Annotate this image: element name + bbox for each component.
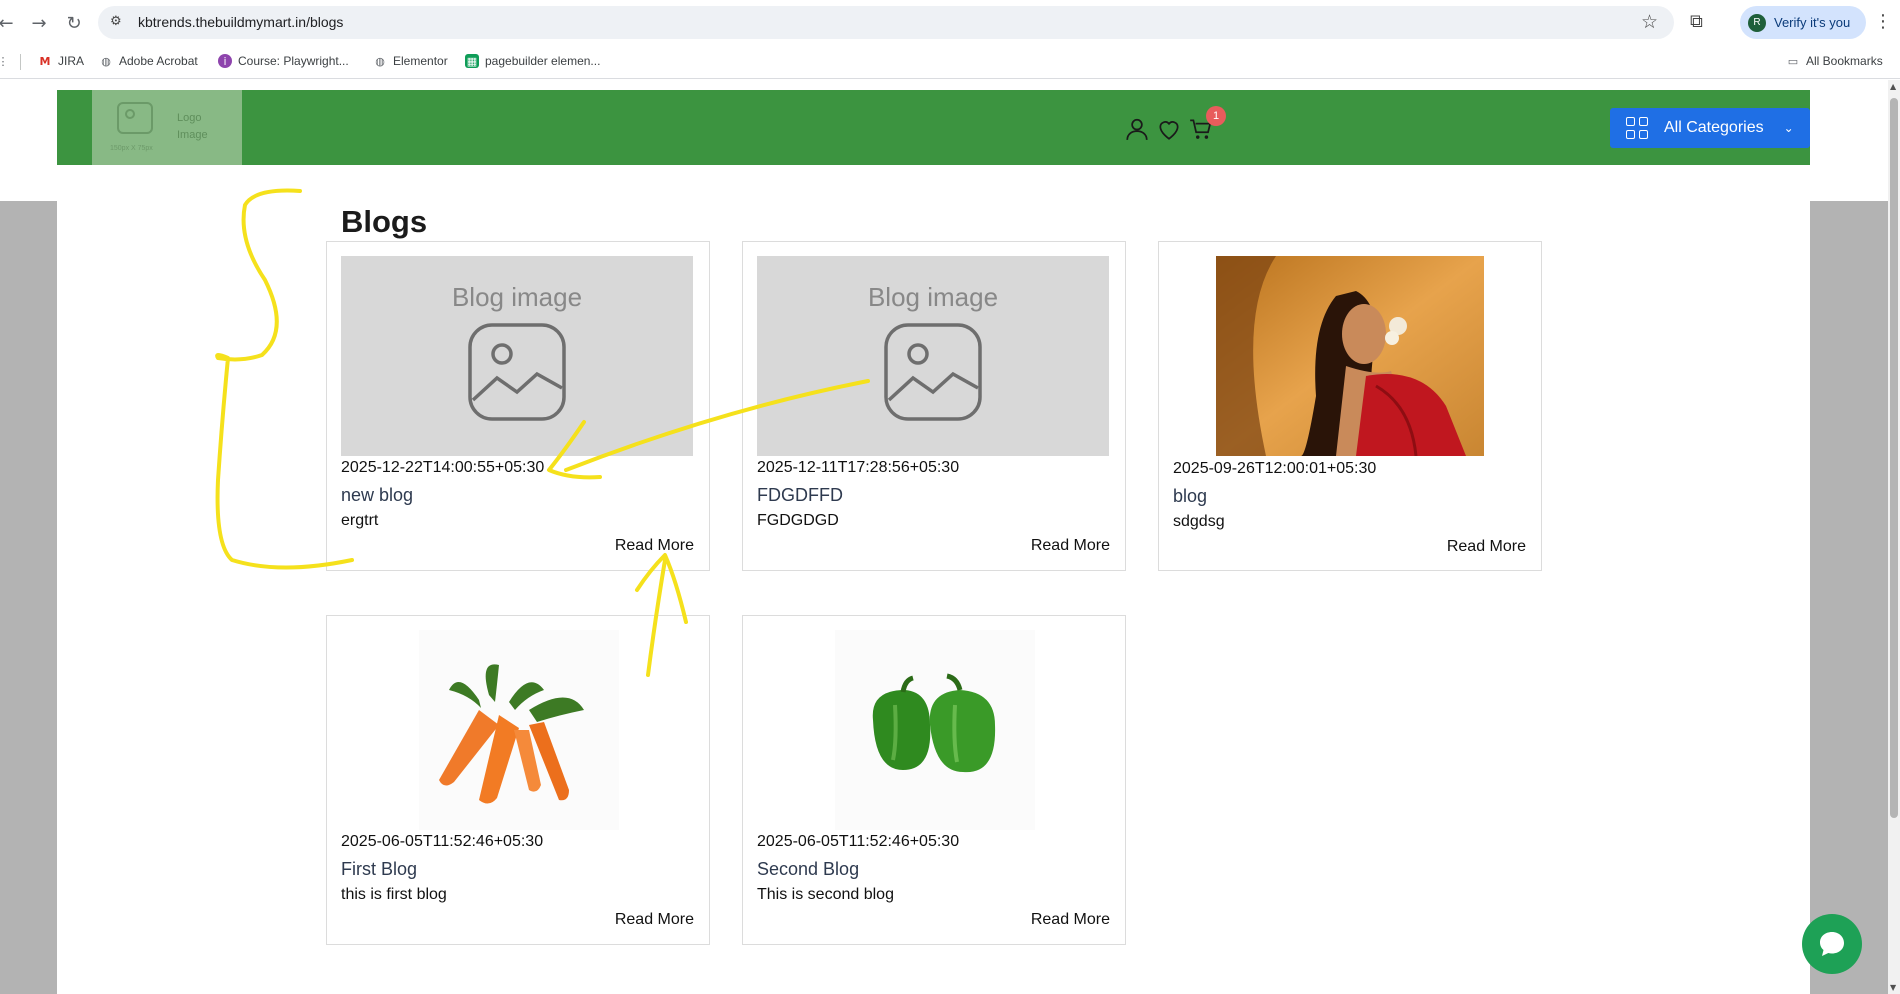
blog-title[interactable]: FDGDFFD	[757, 485, 843, 506]
blog-title[interactable]: First Blog	[341, 859, 417, 880]
blog-excerpt: ergtrt	[341, 512, 379, 529]
verify-label: Verify it's you	[1774, 15, 1851, 30]
reload-icon[interactable]: ↻	[62, 11, 86, 35]
folder-icon: ▭	[1787, 54, 1799, 68]
carrots-photo[interactable]	[419, 630, 619, 830]
apps-icon[interactable]: ⋮	[0, 54, 10, 68]
gmail-icon: M	[39, 54, 51, 68]
verify-profile-button[interactable]: R Verify it's you	[1740, 6, 1866, 39]
blog-date: 2025-06-05T11:52:46+05:30	[341, 833, 544, 850]
page-side-gutter-left	[0, 201, 57, 994]
blog-card: Blog image 2025-12-22T14:00:55+05:30 new…	[326, 241, 710, 571]
blog-date: 2025-09-26T12:00:01+05:30	[1173, 460, 1377, 477]
blog-excerpt: this is first blog	[341, 886, 447, 903]
page-title: Blogs	[341, 204, 428, 239]
read-more-link[interactable]: Read More	[1031, 537, 1110, 555]
chevron-down-icon: ⌄	[1783, 121, 1794, 135]
scroll-down-icon[interactable]: ▼	[1890, 983, 1896, 992]
all-bookmarks[interactable]: ▭ All Bookmarks	[1786, 54, 1883, 68]
site-header: Logo Image 150px X 75px 1 All Categories…	[57, 90, 1810, 165]
url-text[interactable]: kbtrends.thebuildmymart.in/blogs	[138, 14, 343, 30]
blog-excerpt: This is second blog	[757, 886, 894, 903]
placeholder-label: Blog image	[451, 282, 583, 312]
read-more-link[interactable]: Read More	[1447, 538, 1526, 556]
globe-icon: ◍	[375, 54, 385, 68]
avatar: R	[1748, 13, 1766, 32]
blog-date: 2025-12-22T14:00:55+05:30	[341, 459, 545, 476]
bookmark-course-playwright[interactable]: i Course: Playwright...	[218, 54, 349, 68]
browser-toolbar: ← → ↻ ⚙ kbtrends.thebuildmymart.in/blogs…	[0, 0, 1900, 45]
blog-card: Blog image 2025-12-11T17:28:56+05:30 FDG…	[742, 241, 1126, 571]
blog-date: 2025-12-11T17:28:56+05:30	[757, 459, 960, 476]
course-icon: i	[218, 54, 232, 68]
all-bookmarks-label: All Bookmarks	[1806, 54, 1883, 68]
back-arrow-icon[interactable]: ←	[0, 11, 18, 35]
cart-count-badge: 1	[1206, 106, 1226, 126]
page-scrollbar[interactable]: ▲ ▼	[1888, 80, 1900, 994]
image-icon	[468, 323, 566, 421]
browser-menu-icon[interactable]: ⋮	[1874, 11, 1892, 32]
forward-arrow-icon[interactable]: →	[27, 11, 51, 35]
scroll-up-icon[interactable]: ▲	[1890, 82, 1896, 91]
address-bar[interactable]: ⚙ kbtrends.thebuildmymart.in/blogs ☆	[98, 6, 1674, 39]
site-settings-icon[interactable]: ⚙	[110, 14, 127, 31]
heart-icon[interactable]	[1156, 116, 1182, 142]
user-icon[interactable]	[1124, 116, 1150, 142]
image-icon	[884, 323, 982, 421]
placeholder-label: Blog image	[867, 282, 999, 312]
woman-photo[interactable]	[1216, 256, 1484, 456]
blog-card: 2025-06-05T11:52:46+05:30 Second Blog Th…	[742, 615, 1126, 945]
all-categories-button[interactable]: All Categories ⌄	[1610, 108, 1810, 148]
bookmark-jira[interactable]: M JIRA	[38, 54, 85, 68]
chat-bubble-icon[interactable]	[1802, 914, 1862, 974]
page-side-gutter-right	[1810, 201, 1888, 994]
bookmark-label: JIRA	[58, 54, 85, 68]
blog-title[interactable]: new blog	[341, 485, 413, 506]
blog-card: 2025-09-26T12:00:01+05:30 blog sdgdsg Re…	[1158, 241, 1542, 571]
blog-title[interactable]: Second Blog	[757, 859, 859, 880]
bookmark-adobe-acrobat[interactable]: ◍ Adobe Acrobat	[99, 54, 198, 68]
bookmarks-bar: ⋮ M JIRA ◍ Adobe Acrobat i Course: Playw…	[0, 45, 1900, 79]
blog-excerpt: sdgdsg	[1173, 513, 1225, 530]
grid-icon	[1626, 117, 1648, 139]
blog-image-placeholder[interactable]: Blog image	[757, 256, 1109, 456]
page-viewport: Logo Image 150px X 75px 1 All Categories…	[0, 80, 1900, 994]
bookmark-label: Elementor	[393, 54, 448, 68]
bookmark-label: pagebuilder elemen...	[485, 54, 601, 68]
blog-title[interactable]: blog	[1173, 486, 1207, 507]
read-more-link[interactable]: Read More	[1031, 911, 1110, 929]
all-categories-label: All Categories	[1664, 119, 1764, 136]
site-logo[interactable]: Logo Image 150px X 75px	[92, 90, 242, 165]
blog-image-placeholder[interactable]: Blog image	[341, 256, 693, 456]
logo-text: Logo Image	[177, 112, 208, 141]
read-more-link[interactable]: Read More	[615, 537, 694, 555]
bookmark-label: Adobe Acrobat	[119, 54, 198, 68]
blog-card: 2025-06-05T11:52:46+05:30 First Blog thi…	[326, 615, 710, 945]
peppers-photo[interactable]	[835, 630, 1035, 830]
image-placeholder-icon	[117, 102, 153, 134]
logo-dimensions: 150px X 75px	[110, 145, 153, 152]
bookmarks-divider	[20, 54, 21, 70]
sheets-icon: ▦	[465, 54, 479, 68]
blog-excerpt: FGDGDGD	[757, 512, 839, 529]
globe-icon: ◍	[101, 54, 111, 68]
blog-date: 2025-06-05T11:52:46+05:30	[757, 833, 960, 850]
bookmark-elementor[interactable]: ◍ Elementor	[373, 54, 448, 68]
read-more-link[interactable]: Read More	[615, 911, 694, 929]
bookmark-label: Course: Playwright...	[238, 54, 349, 68]
scrollbar-thumb[interactable]	[1890, 98, 1898, 818]
extensions-icon[interactable]: ⧉	[1690, 11, 1712, 33]
bookmark-pagebuilder[interactable]: ▦ pagebuilder elemen...	[465, 54, 600, 68]
bookmark-star-icon[interactable]: ☆	[1641, 11, 1658, 33]
